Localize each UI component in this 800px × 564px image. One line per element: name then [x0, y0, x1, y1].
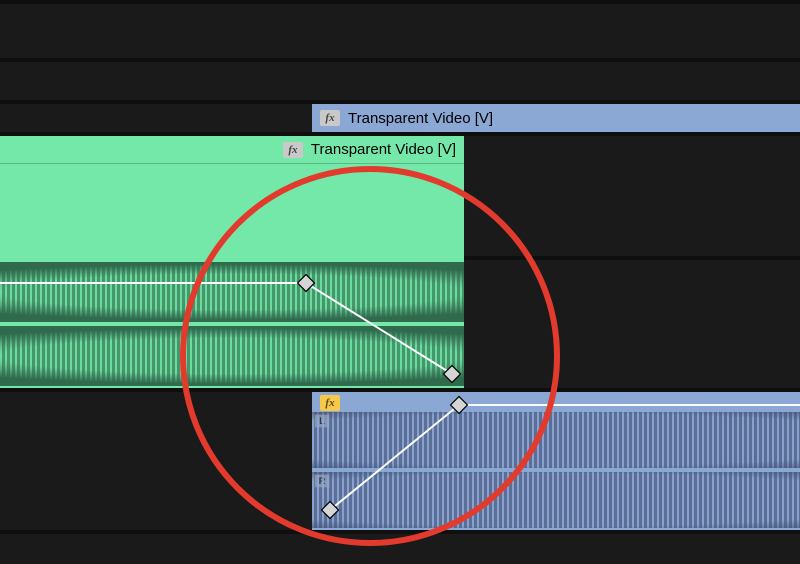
annotation-circle — [180, 166, 560, 546]
track-separator — [0, 58, 800, 62]
video-clip-blue[interactable]: fx Transparent Video [V] — [312, 104, 800, 132]
fx-badge-icon[interactable]: fx — [320, 110, 340, 126]
fx-badge-icon[interactable]: fx — [283, 142, 303, 158]
clip-label: Transparent Video [V] — [311, 141, 456, 158]
track-separator — [0, 0, 800, 4]
clip-label: Transparent Video [V] — [348, 110, 493, 127]
